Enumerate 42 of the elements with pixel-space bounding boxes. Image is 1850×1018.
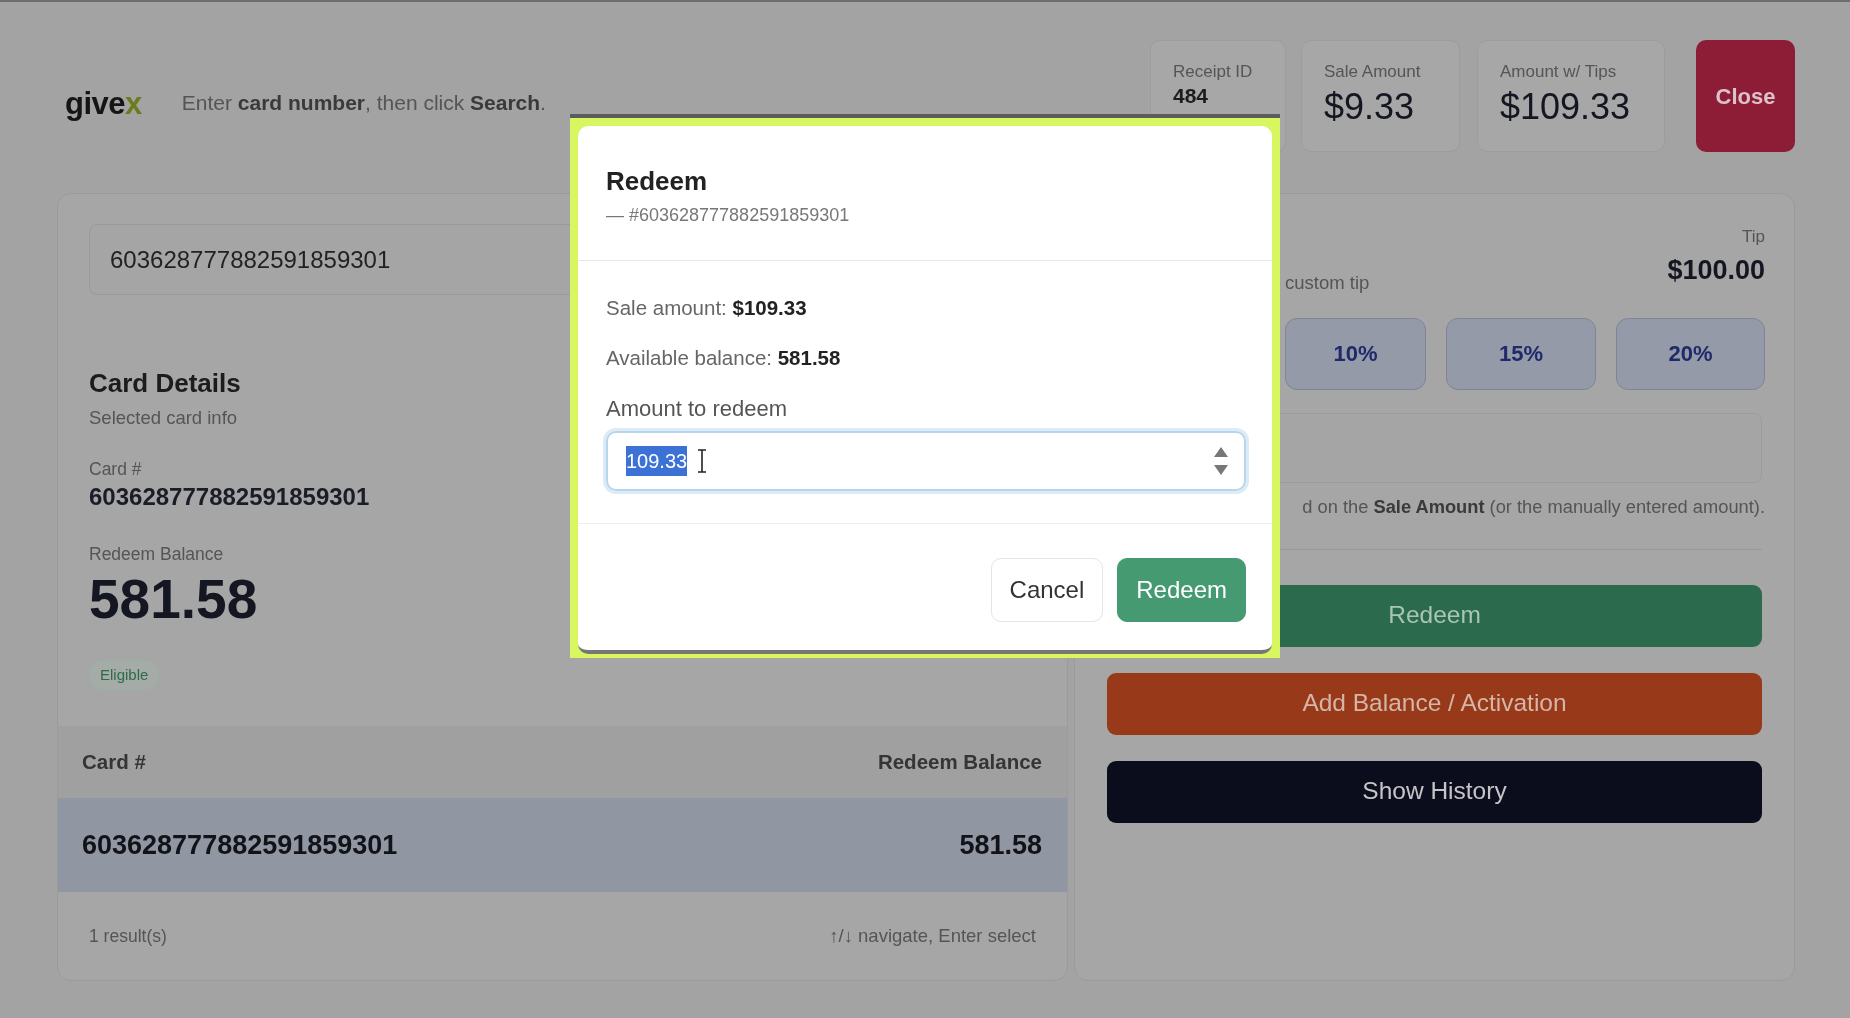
tip-preset-button[interactable]: 10% [1285,317,1426,390]
section-title: Card Details [89,368,241,400]
dialog-subtitle: — #603628777882591859301 [606,205,850,227]
instruction-text: Enter card number, then click Search. [181,90,546,117]
amount-input[interactable]: 109.33 [606,431,1246,492]
close-button[interactable]: Close [1696,40,1795,152]
spinner-arrows-icon[interactable] [1214,447,1228,476]
table-cell-text: 581.58 [959,828,1042,862]
text-cursor-icon [697,449,708,474]
dialog-title: Redeem [606,166,708,198]
tip-label: Tip [1742,227,1765,248]
cancel-button[interactable]: Cancel [990,558,1104,623]
confirm-button[interactable]: Redeem [1117,558,1246,623]
result-row[interactable]: 603628777882591859301 581.58 [58,798,1067,892]
field-label: Card # [89,459,142,481]
keyboard-hint: ↑/↓ navigate, Enter select [829,924,1036,949]
stat-label: Receipt ID [1173,62,1253,83]
column-header: Redeem Balance [877,748,1042,775]
field-label: Amount to redeem [606,395,787,423]
card-number: 603628777882591859301 [89,483,370,513]
section-subtitle: Selected card info [89,407,238,430]
stat-value: 484 [1173,83,1209,109]
field-label: Redeem Balance [89,544,224,566]
history-button[interactable]: Show History [1107,760,1762,823]
tip-preset-button[interactable]: 15% [1446,317,1596,390]
column-header: Card # [82,748,146,775]
result-count: 1 result(s) [89,924,167,948]
status-badge: Eligible [89,659,160,691]
add-balance-button[interactable]: Add Balance / Activation [1107,672,1762,735]
stat-label: Amount w/ Tips [1500,62,1617,83]
tip-preset-button[interactable]: 20% [1616,317,1765,390]
info-text: Sale amount: $109.33 [606,295,807,321]
tip-hint: custom tip [1285,271,1370,294]
stat-value: $9.33 [1324,85,1415,129]
tip-amount: $100.00 [1667,254,1765,287]
stat-label: Sale Amount [1324,62,1421,83]
logo: givex [65,84,142,119]
balance-amount: 581.58 [89,569,258,630]
stat-value: $109.33 [1500,85,1631,129]
table-cell-text: 603628777882591859301 [82,828,398,862]
info-text: Available balance: 581.58 [606,346,841,371]
tip-note: d on the Sale Amount (or the manually entered amount). [1302,495,1765,519]
